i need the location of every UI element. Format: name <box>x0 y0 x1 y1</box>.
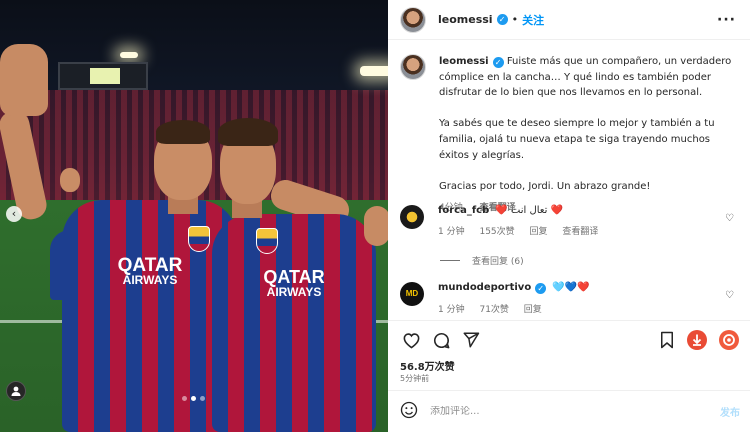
view-replies-button[interactable]: 查看回复 (6) <box>440 254 524 267</box>
comment-item: forca_fcb ❤️ تعال انت ❤️ 1 分钟 155次赞 回复 查看… <box>400 205 740 237</box>
caption-username[interactable]: leomessi <box>439 56 489 67</box>
right-arm <box>364 206 388 246</box>
reply-button[interactable]: 回复 <box>530 227 548 237</box>
post-header: leomessi ✓ • 关注 ··· <box>388 0 750 40</box>
club-crest <box>188 226 210 252</box>
likes-count[interactable]: 56.8万次赞 <box>400 358 455 373</box>
separator: • <box>511 13 519 26</box>
hair <box>218 118 278 146</box>
jersey-sponsor-sub: AIRWAYS <box>266 285 322 299</box>
post-caption: leomessi ✓ Fuiste más que un compañero, u… <box>400 54 740 217</box>
bookmark-icon[interactable] <box>656 329 678 351</box>
person-icon[interactable] <box>6 381 26 401</box>
verified-icon: ✓ <box>492 57 504 68</box>
jersey-sponsor: QATAR <box>263 267 325 287</box>
header-username[interactable]: leomessi <box>438 13 493 26</box>
carousel-dot-active[interactable] <box>191 396 196 401</box>
comment-input[interactable] <box>430 406 690 417</box>
follow-button[interactable]: 关注 <box>522 12 544 28</box>
like-heart-icon[interactable] <box>400 329 422 351</box>
avatar[interactable] <box>400 6 426 33</box>
caption-text: Ya sabés que te deseo siempre lo mejor y… <box>439 118 715 161</box>
background-player-head <box>60 168 80 192</box>
comment-time: 1 分钟 <box>438 305 465 315</box>
comment-text: 🩵💙❤️ <box>552 282 590 293</box>
stadium-scoreboard <box>58 62 148 90</box>
carousel-dot[interactable] <box>200 396 205 401</box>
avatar[interactable] <box>400 54 426 80</box>
verified-icon: ✓ <box>535 283 547 294</box>
share-icon[interactable] <box>460 329 482 351</box>
more-options-icon[interactable]: ··· <box>717 12 736 28</box>
peace-sign-hand <box>0 44 48 116</box>
comment-icon[interactable] <box>430 329 452 351</box>
comment-username[interactable]: mundodeportivo <box>438 282 531 293</box>
comment-text: ❤️ تعال انت ❤️ <box>495 205 564 216</box>
comment-likes[interactable]: 71次赞 <box>479 305 508 315</box>
add-comment-bar: 发布 <box>388 390 750 432</box>
reply-button[interactable]: 回复 <box>524 305 542 315</box>
view-replies-label: 查看回复 (6) <box>472 257 524 267</box>
comment-likes[interactable]: 155次赞 <box>479 227 514 237</box>
comment-item: MD mundodeportivo ✓ 🩵💙❤️ 1 分钟 71次赞 回复 ♡ <box>400 282 740 315</box>
post-panel: leomessi ✓ • 关注 ··· leomessi ✓ Fuiste más… <box>388 0 750 432</box>
caption-text: Gracias por todo, Jordi. Un abrazo grand… <box>439 180 651 192</box>
verified-icon: ✓ <box>496 14 508 25</box>
comment-time: 1 分钟 <box>438 227 465 237</box>
carousel-dots <box>182 396 205 401</box>
heart-icon[interactable]: ♡ <box>725 213 734 224</box>
chevron-left-icon[interactable]: ‹ <box>6 206 22 222</box>
download-icon[interactable] <box>686 329 708 351</box>
see-translation-link[interactable]: 查看翻译 <box>562 227 598 237</box>
avatar[interactable]: MD <box>400 282 424 306</box>
right-player-jersey: QATAR AIRWAYS <box>212 214 376 432</box>
action-bar <box>388 320 750 362</box>
comment-username[interactable]: forca_fcb <box>438 205 489 216</box>
post-media[interactable]: QATAR AIRWAYS QATAR AIRWAYS ‹ <box>0 0 388 432</box>
heart-icon[interactable]: ♡ <box>725 290 734 301</box>
avatar[interactable] <box>400 205 424 229</box>
refresh-icon[interactable] <box>718 329 740 351</box>
hair <box>156 120 210 144</box>
floodlight <box>360 66 388 76</box>
carousel-dot[interactable] <box>182 396 187 401</box>
club-crest <box>256 228 278 254</box>
post-comment-button[interactable]: 发布 <box>720 404 740 419</box>
post-time: 5分钟前 <box>400 374 430 383</box>
emoji-icon[interactable] <box>400 401 418 423</box>
divider <box>440 260 460 261</box>
comments-section[interactable]: leomessi ✓ Fuiste más que un compañero, u… <box>388 40 750 320</box>
floodlight <box>120 52 138 58</box>
